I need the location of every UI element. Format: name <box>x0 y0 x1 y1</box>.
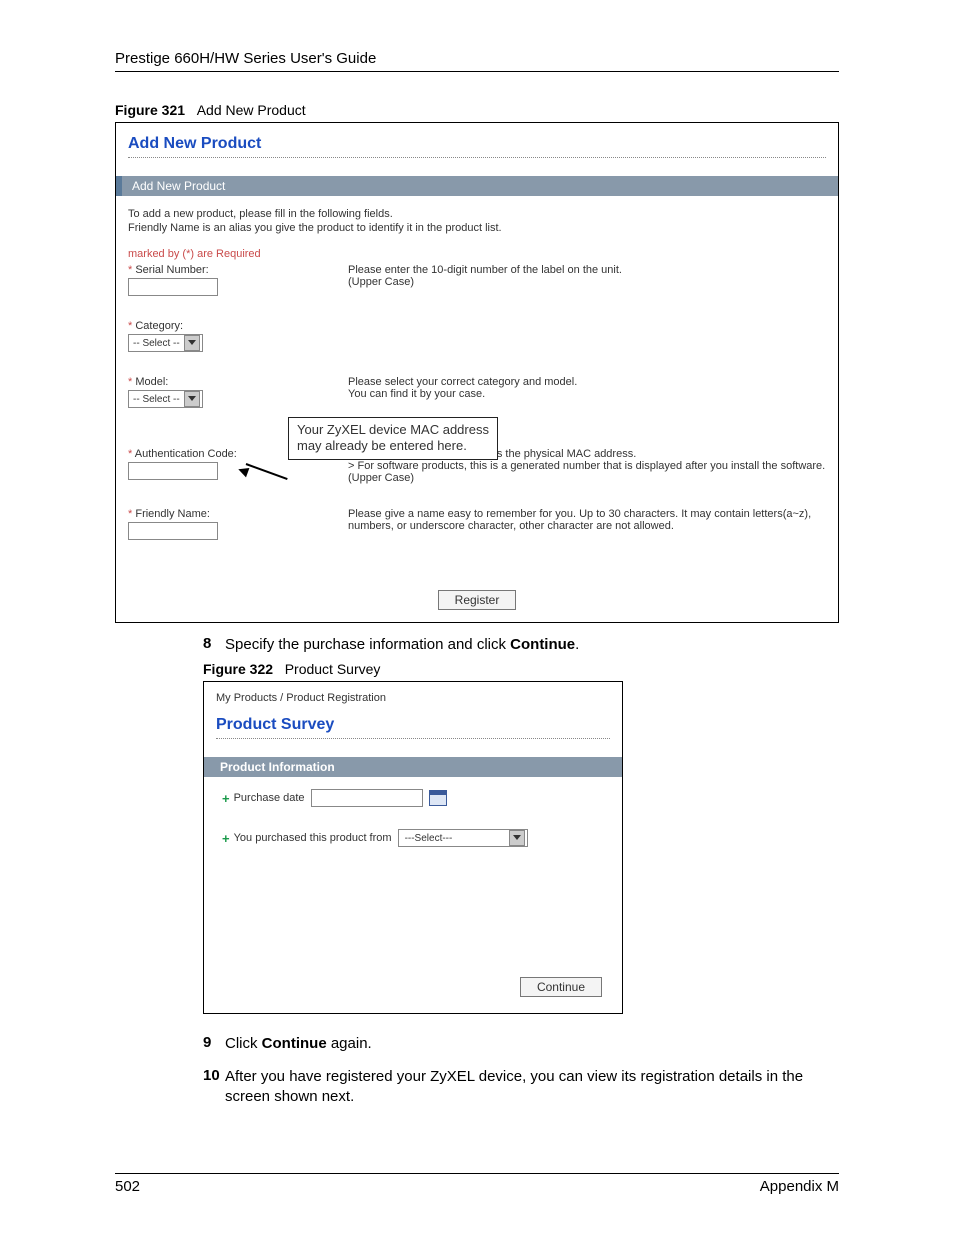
required-star: * <box>128 448 132 460</box>
required-star: * <box>128 320 132 332</box>
step-9-bold: Continue <box>262 1035 327 1052</box>
required-note: marked by (*) are Required <box>128 248 826 260</box>
chevron-down-icon <box>184 335 200 351</box>
page-footer: 502 Appendix M <box>115 1173 839 1195</box>
intro-text-1: To add a new product, please fill in the… <box>128 208 826 220</box>
auth-code-input[interactable] <box>128 462 218 480</box>
serial-hint-2: (Upper Case) <box>348 276 826 288</box>
purchase-date-label: Purchase date <box>234 792 305 804</box>
divider <box>128 157 826 158</box>
breadcrumb: My Products / Product Registration <box>204 682 622 706</box>
step-10-text: After you have registered your ZyXEL dev… <box>225 1067 839 1108</box>
required-star: * <box>128 376 132 388</box>
step-10-number: 10 <box>203 1067 225 1108</box>
chevron-down-icon <box>509 830 525 846</box>
auth-hint-2: > For software products, this is a gener… <box>348 460 826 472</box>
step-9-post: again. <box>327 1035 372 1052</box>
row-purchased-from: + You purchased this product from ---Sel… <box>222 829 604 847</box>
serial-hint-1: Please enter the 10-digit number of the … <box>348 264 826 276</box>
row-purchase-date: + Purchase date <box>222 789 604 807</box>
section-bar-product-info: Product Information <box>204 757 622 777</box>
model-select[interactable]: -- Select -- <box>128 390 203 408</box>
register-button[interactable]: Register <box>438 590 517 610</box>
calendar-icon[interactable] <box>429 790 447 806</box>
page-number: 502 <box>115 1178 140 1195</box>
callout-line-2: may already be entered here. <box>297 438 467 453</box>
model-select-value: -- Select -- <box>133 394 180 405</box>
required-star: * <box>128 264 132 276</box>
appendix-label: Appendix M <box>760 1178 839 1195</box>
divider <box>216 738 610 739</box>
step-8-pre: Specify the purchase information and cli… <box>225 636 510 653</box>
category-label: Category: <box>135 320 183 332</box>
category-select-value: -- Select -- <box>133 338 180 349</box>
required-star: * <box>128 508 132 520</box>
plus-icon: + <box>222 831 230 846</box>
add-new-product-title: Add New Product <box>116 123 838 157</box>
figure-321-box: Add New Product Add New Product To add a… <box>115 122 839 623</box>
figure-322-caption: Figure 322 Product Survey <box>203 661 839 677</box>
purchase-date-input[interactable] <box>311 789 423 807</box>
friendly-name-label: Friendly Name: <box>135 508 210 520</box>
purchased-from-select-value: ---Select--- <box>405 833 453 844</box>
auth-code-label: Authentication Code: <box>135 448 237 460</box>
row-serial-number: * Serial Number: Please enter the 10-dig… <box>128 264 826 296</box>
chevron-down-icon <box>184 391 200 407</box>
figure-322-label: Figure 322 <box>203 661 273 677</box>
figure-322-caption-text: Product Survey <box>285 661 381 677</box>
purchased-from-label: You purchased this product from <box>234 832 392 844</box>
step-9-pre: Click <box>225 1035 262 1052</box>
intro-text-2: Friendly Name is an alias you give the p… <box>128 222 826 234</box>
model-hint-1: Please select your correct category and … <box>348 376 826 388</box>
figure-322-box: My Products / Product Registration Produ… <box>203 681 623 1014</box>
step-8-number: 8 <box>203 635 225 655</box>
page-header: Prestige 660H/HW Series User's Guide <box>115 50 839 72</box>
section-bar-add-new-product: Add New Product <box>116 176 838 196</box>
figure-321-caption-text: Add New Product <box>197 102 306 118</box>
step-8-bold: Continue <box>510 636 575 653</box>
serial-number-label: Serial Number: <box>135 264 208 276</box>
step-10: 10 After you have registered your ZyXEL … <box>203 1067 839 1108</box>
row-model: * Model: -- Select -- Please select your… <box>128 376 826 408</box>
category-select[interactable]: -- Select -- <box>128 334 203 352</box>
callout-line-1: Your ZyXEL device MAC address <box>297 422 489 437</box>
step-9: 9 Click Continue again. <box>203 1034 839 1054</box>
auth-hint-3: (Upper Case) <box>348 472 826 484</box>
callout-mac-address: Your ZyXEL device MAC address may alread… <box>288 417 498 460</box>
step-8-post: . <box>575 636 579 653</box>
row-category: * Category: -- Select -- <box>128 320 826 352</box>
friendly-hint-1: Please give a name easy to remember for … <box>348 508 826 532</box>
plus-icon: + <box>222 791 230 806</box>
serial-number-input[interactable] <box>128 278 218 296</box>
model-hint-2: You can find it by your case. <box>348 388 826 400</box>
purchased-from-select[interactable]: ---Select--- <box>398 829 528 847</box>
row-friendly-name: * Friendly Name: Please give a name easy… <box>128 508 826 540</box>
figure-321-label: Figure 321 <box>115 102 185 118</box>
model-label: Model: <box>135 376 168 388</box>
step-8: 8 Specify the purchase information and c… <box>203 635 839 655</box>
continue-button[interactable]: Continue <box>520 977 602 997</box>
figure-321-caption: Figure 321 Add New Product <box>115 102 839 118</box>
friendly-name-input[interactable] <box>128 522 218 540</box>
product-survey-title: Product Survey <box>204 706 622 738</box>
step-9-number: 9 <box>203 1034 225 1054</box>
